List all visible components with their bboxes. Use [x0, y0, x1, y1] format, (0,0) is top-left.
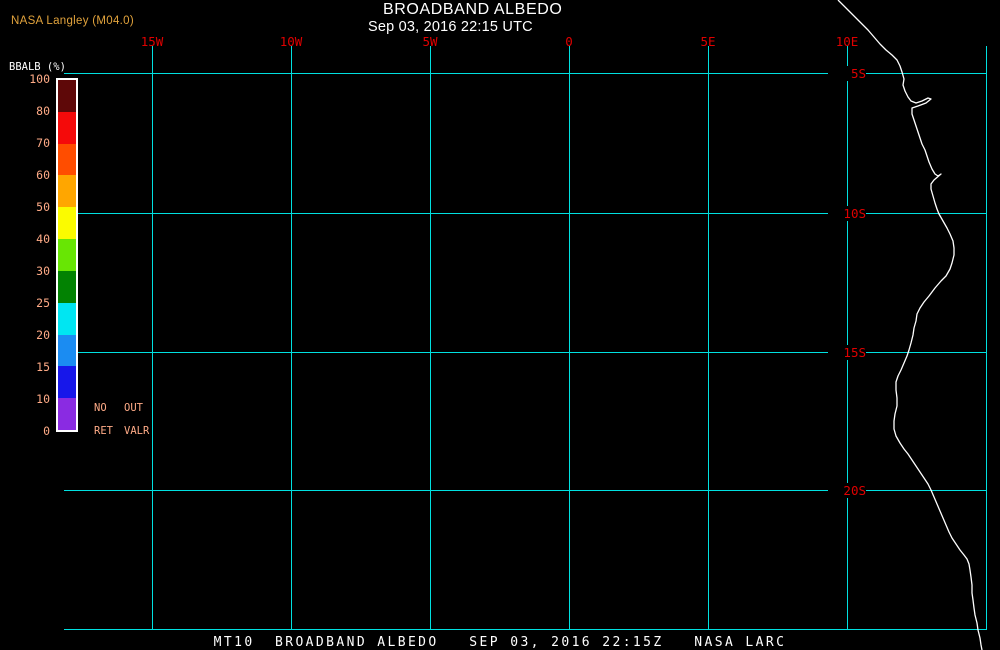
- page-title: BROADBAND ALBEDO: [383, 1, 563, 18]
- timestamp-subtitle: Sep 03, 2016 22:15 UTC: [368, 19, 533, 35]
- colorbar-title: BBALB (%): [9, 61, 66, 73]
- coastline-path: [837, 0, 983, 650]
- footer-status-text: MT10 BROADBAND ALBEDO SEP 03, 2016 22:15…: [213, 635, 787, 650]
- credit-text: NASA Langley (M04.0): [11, 15, 134, 27]
- coastline-layer: [837, 0, 983, 650]
